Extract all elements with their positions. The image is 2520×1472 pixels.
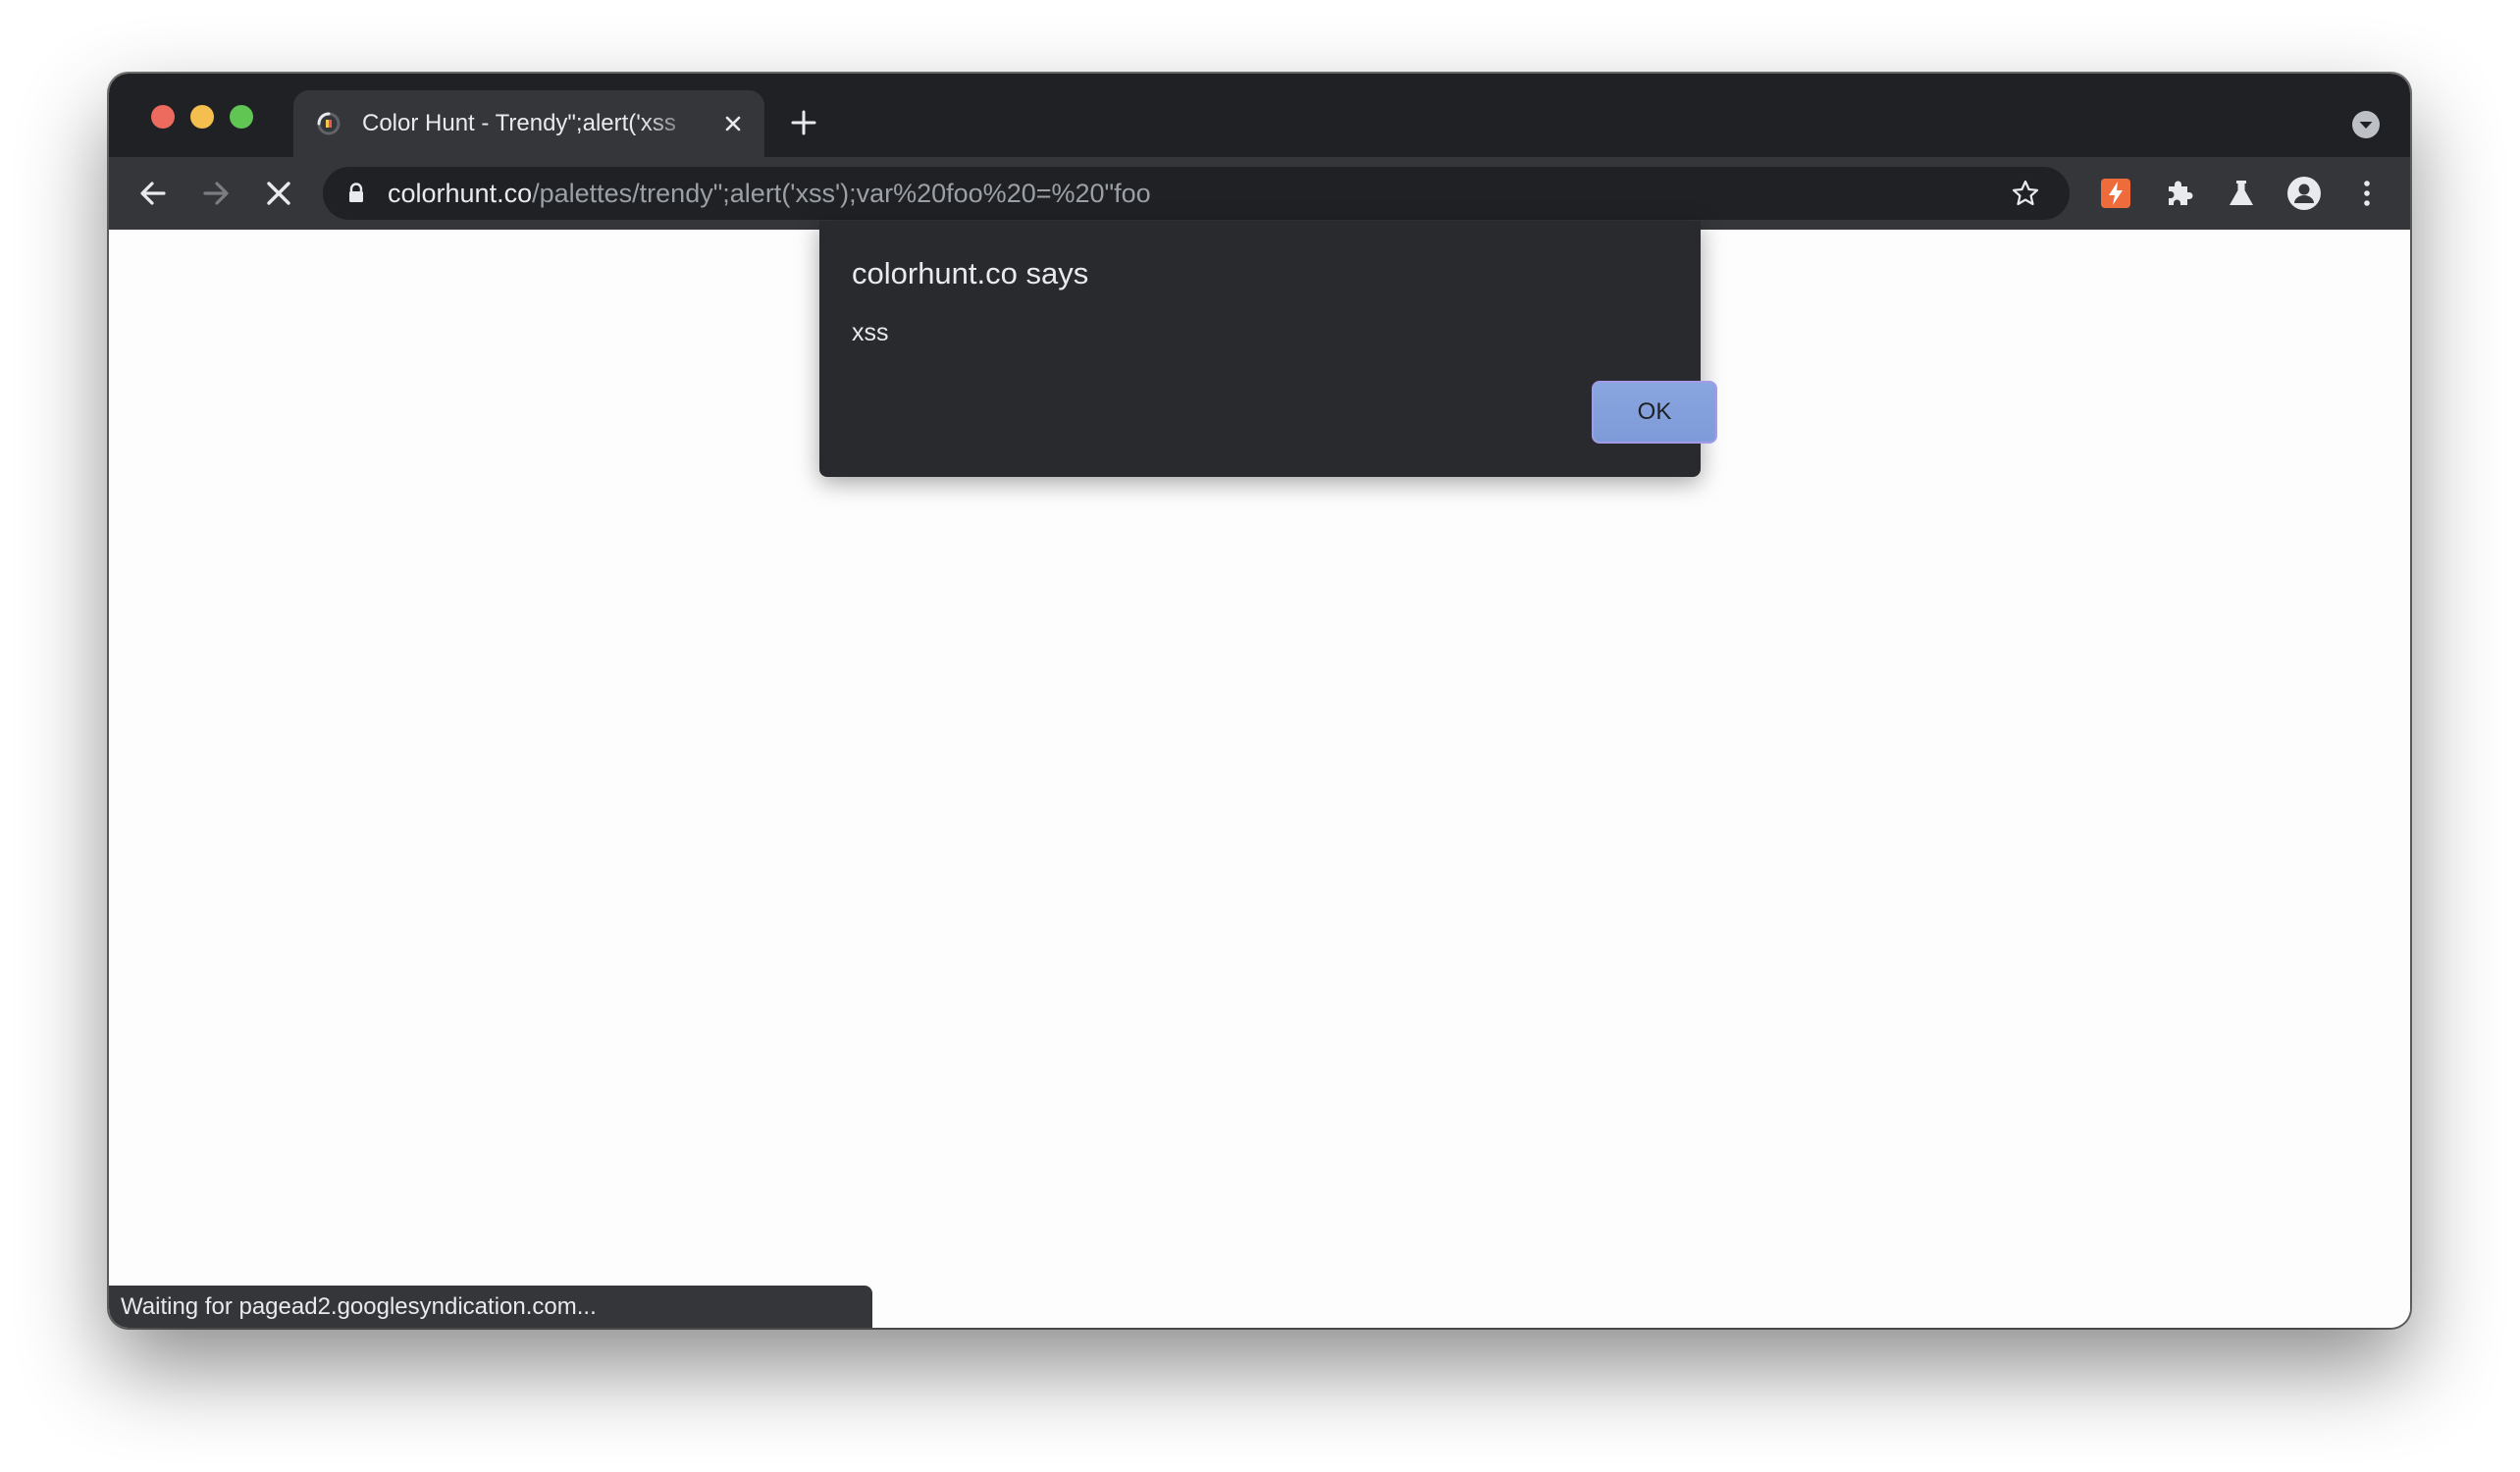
puzzle-icon[interactable] xyxy=(2161,176,2196,211)
minimize-window-button[interactable] xyxy=(190,105,214,129)
back-arrow-icon[interactable] xyxy=(135,176,171,211)
plus-icon[interactable] xyxy=(788,107,819,138)
profile-icon[interactable] xyxy=(2286,176,2322,211)
lightning-extension-icon[interactable] xyxy=(2098,176,2133,211)
url-host: colorhunt.co xyxy=(388,179,533,208)
alert-dialog: colorhunt.co says xss OK xyxy=(819,221,1717,477)
active-tab[interactable]: Color Hunt - Trendy";alert('xss xyxy=(293,90,764,157)
url-path: /palettes/trendy";alert('xss');var%20foo… xyxy=(532,179,1151,208)
tab-title: Color Hunt - Trendy";alert('xss xyxy=(362,110,676,136)
close-window-button[interactable] xyxy=(151,105,175,129)
flask-icon[interactable] xyxy=(2224,176,2259,211)
forward-arrow-icon[interactable] xyxy=(198,176,234,211)
browser-toolbar: colorhunt.co/palettes/trendy";alert('xss… xyxy=(109,157,2410,230)
stop-loading-icon[interactable] xyxy=(261,176,296,211)
star-icon[interactable] xyxy=(2011,179,2040,208)
screen: Color Hunt - Trendy";alert('xss colorhun… xyxy=(0,0,2520,1472)
browser-window: Color Hunt - Trendy";alert('xss colorhun… xyxy=(109,74,2410,1328)
dialog-message: xss xyxy=(852,319,889,346)
chevron-down-circle-icon[interactable] xyxy=(2351,110,2381,139)
status-bar: Waiting for pagead2.googlesyndication.co… xyxy=(109,1286,872,1328)
maximize-window-button[interactable] xyxy=(230,105,253,129)
ok-button[interactable]: OK xyxy=(1592,381,1717,444)
close-icon[interactable] xyxy=(719,110,747,137)
tab-strip: Color Hunt - Trendy";alert('xss xyxy=(109,74,2410,157)
address-bar[interactable]: colorhunt.co/palettes/trendy";alert('xss… xyxy=(323,167,2070,220)
loading-favicon-icon xyxy=(317,112,341,135)
address-bar-url[interactable]: colorhunt.co/palettes/trendy";alert('xss… xyxy=(388,167,1151,220)
lock-icon[interactable] xyxy=(344,182,368,205)
kebab-menu-icon[interactable] xyxy=(2349,176,2385,211)
dialog-title: colorhunt.co says xyxy=(852,256,1089,290)
